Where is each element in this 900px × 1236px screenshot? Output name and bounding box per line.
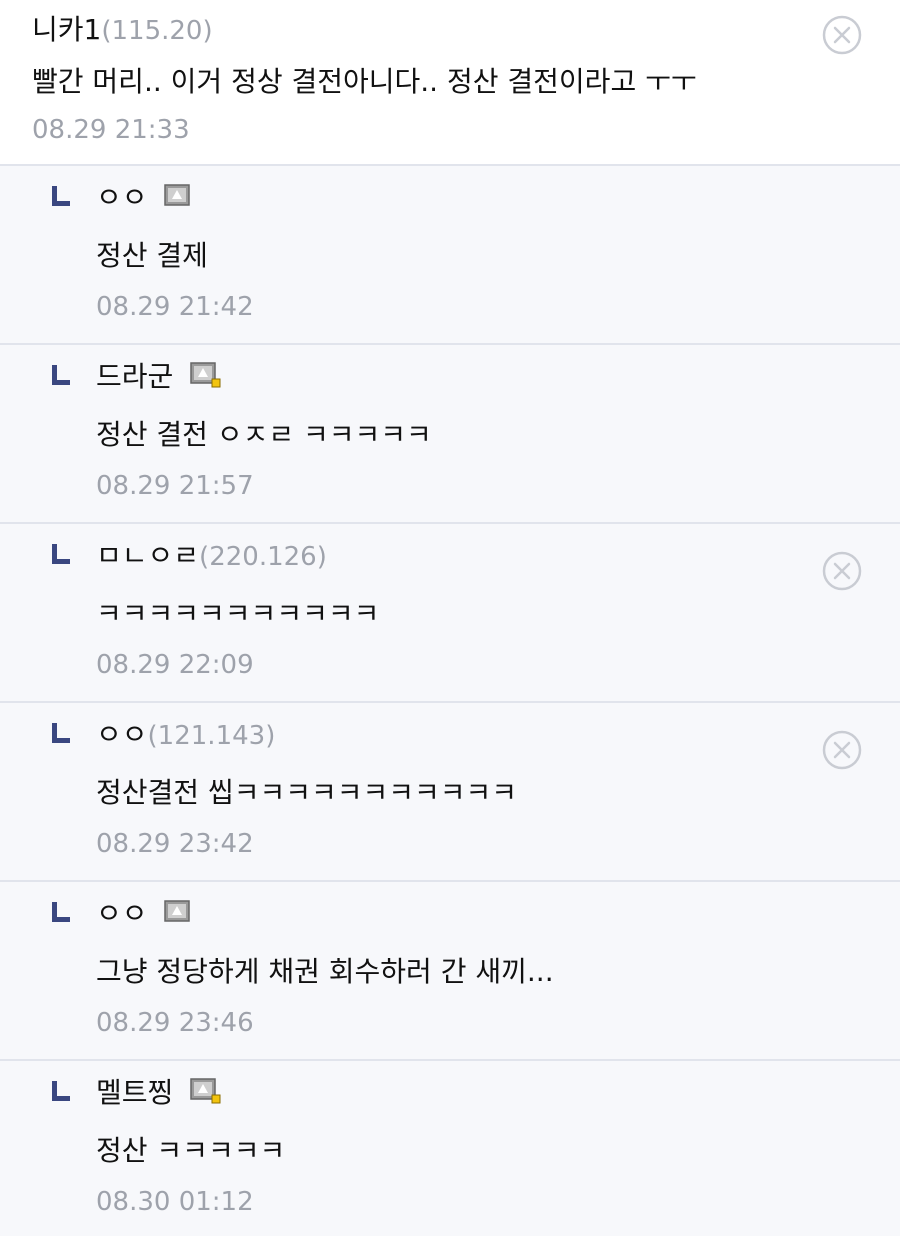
reply-comment: 멜트찡 정산 ㅋㅋㅋㅋㅋ 08.30 01:12 [0,1061,900,1236]
reply-author-line: 드라군 [96,359,222,395]
close-circle-icon[interactable] [822,15,862,55]
comment-author-ip: (115.20) [101,16,213,46]
gallog-fixed-icon[interactable] [164,184,192,208]
reply-timestamp: 08.29 21:57 [96,471,254,501]
reply-author-line: ㅇㅇ [96,180,192,216]
gallog-fixed-sub-icon[interactable] [190,362,222,388]
reply-text: 그냥 정당하게 채권 회수하러 간 새끼... [96,955,554,988]
reply-timestamp: 08.29 23:42 [96,829,254,859]
reply-author-line: 멜트찡 [96,1075,222,1111]
reply-author-line: ㅇㅇ [96,896,192,932]
reply-text: ㅋㅋㅋㅋㅋㅋㅋㅋㅋㅋㅋ [96,597,380,630]
reply-text: 정산 결전 ㅇㅈㄹ ㅋㅋㅋㅋㅋ [96,418,432,451]
reply-author-ip: (121.143) [147,721,276,751]
reply-comment: ㅇㅇ 그냥 정당하게 채권 회수하러 간 새끼... 08.29 23:46 [0,882,900,1061]
gallog-fixed-icon[interactable] [164,900,192,924]
close-circle-icon[interactable] [822,730,862,770]
reply-text: 정산 ㅋㅋㅋㅋㅋ [96,1134,286,1167]
reply-comment: ㅇㅇ(121.143) 정산결전 씹ㅋㅋㅋㅋㅋㅋㅋㅋㅋㅋㅋ 08.29 23:4… [0,703,900,882]
reply-author-line: ㅇㅇ(121.143) [96,717,275,754]
reply-timestamp: 08.30 01:12 [96,1187,254,1217]
comment-author-nick[interactable]: 니카1 [32,13,101,46]
reply-timestamp: 08.29 23:46 [96,1008,254,1038]
reply-author-line: ㅁㄴㅇㄹ(220.126) [96,538,327,575]
reply-timestamp: 08.29 21:42 [96,292,254,322]
reply-arrow-icon [52,544,72,566]
reply-arrow-icon [52,186,72,208]
comment-author-line: 니카1(115.20) [32,12,213,49]
reply-comment: ㅁㄴㅇㄹ(220.126) ㅋㅋㅋㅋㅋㅋㅋㅋㅋㅋㅋ 08.29 22:09 [0,524,900,703]
reply-arrow-icon [52,365,72,387]
root-comment: 니카1(115.20) 빨간 머리.. 이거 정상 결전아니다.. 정산 결전이… [0,0,900,166]
close-circle-icon[interactable] [822,551,862,591]
reply-author-ip: (220.126) [199,542,327,572]
reply-arrow-icon [52,902,72,924]
reply-timestamp: 08.29 22:09 [96,650,254,680]
reply-author-nick[interactable]: 드라군 [96,360,173,393]
reply-author-nick[interactable]: ㅇㅇ [96,718,148,751]
reply-author-nick[interactable]: ㅁㄴㅇㄹ [96,539,199,572]
comment-timestamp: 08.29 21:33 [32,115,190,145]
reply-author-nick[interactable]: ㅇㅇ [96,897,148,930]
reply-text: 정산결전 씹ㅋㅋㅋㅋㅋㅋㅋㅋㅋㅋㅋ [96,776,518,809]
reply-arrow-icon [52,723,72,745]
reply-text: 정산 결제 [96,239,208,272]
reply-comment: 드라군 정산 결전 ㅇㅈㄹ ㅋㅋㅋㅋㅋ 08.29 21:57 [0,345,900,524]
reply-author-nick[interactable]: 멜트찡 [96,1076,173,1109]
reply-author-nick[interactable]: ㅇㅇ [96,181,148,214]
reply-comment: ㅇㅇ 정산 결제 08.29 21:42 [0,166,900,345]
comment-text: 빨간 머리.. 이거 정상 결전아니다.. 정산 결전이라고 ㅜㅜ [32,65,697,98]
reply-arrow-icon [52,1081,72,1103]
gallog-fixed-sub-icon[interactable] [190,1078,222,1104]
